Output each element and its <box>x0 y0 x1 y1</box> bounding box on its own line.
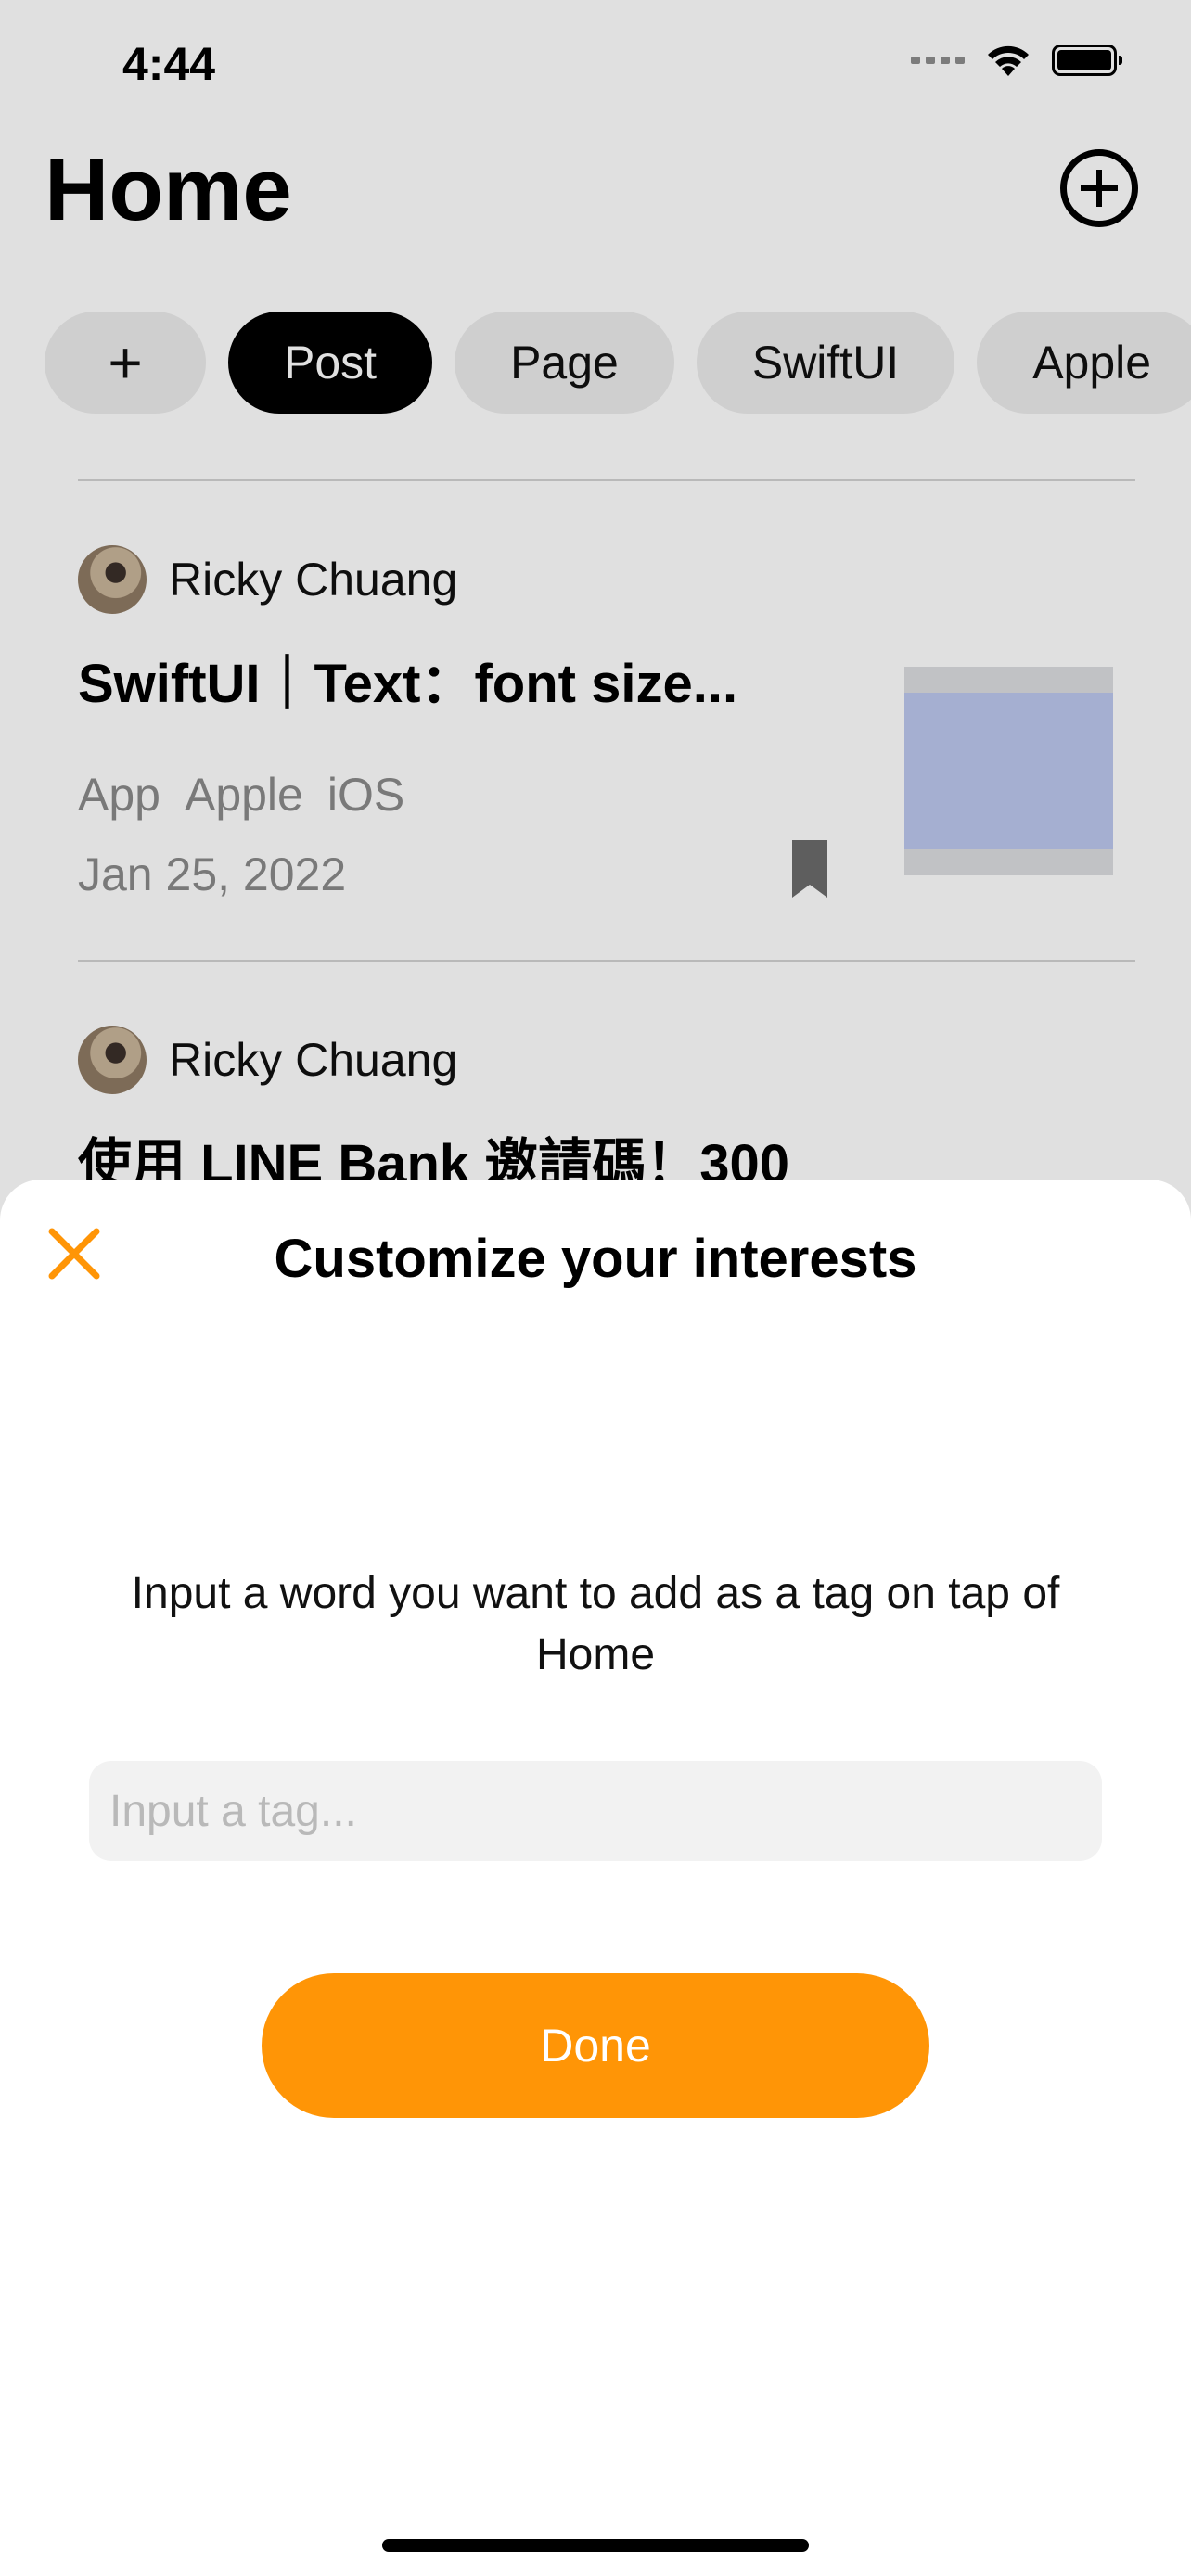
sheet-title: Customize your interests <box>274 1229 917 1289</box>
done-button[interactable]: Done <box>262 1973 929 2118</box>
customize-interests-sheet: Customize your interests Input a word yo… <box>0 1180 1191 2576</box>
tag-input[interactable] <box>89 1761 1102 1861</box>
home-indicator <box>382 2539 809 2552</box>
screen: 4:44 Home + Post Page SwiftUI Apple Rick… <box>0 0 1191 2576</box>
sheet-message: Input a word you want to add as a tag on… <box>131 1569 1060 1679</box>
